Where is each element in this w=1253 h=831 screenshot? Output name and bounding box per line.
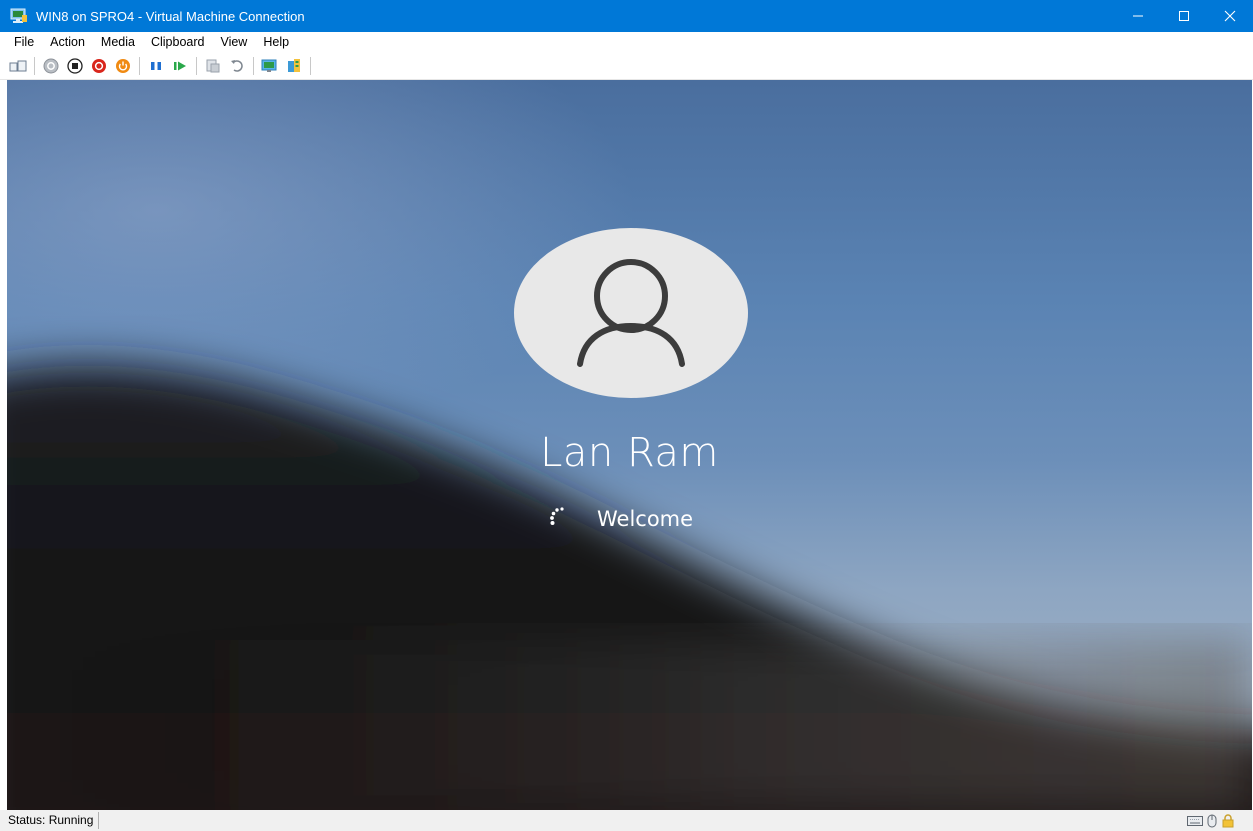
checkpoint-button[interactable] [202,55,224,77]
title-bar[interactable]: WIN8 on SPRO4 - Virtual Machine Connecti… [0,0,1253,32]
share-icon [288,59,300,72]
window-controls [1115,0,1253,32]
user-avatar[interactable] [514,228,748,398]
maximize-button[interactable] [1161,0,1207,32]
resume-button[interactable] [169,55,191,77]
toolbar-separator [139,57,140,75]
minimize-icon [1133,15,1143,17]
ctrl-alt-del-icon [9,60,27,72]
shut-down-icon [92,59,106,73]
vm-connection-window: WIN8 on SPRO4 - Virtual Machine Connecti… [0,0,1253,831]
enhanced-session-icon [261,59,277,72]
welcome-status: Welcome [545,502,693,536]
menu-media[interactable]: Media [93,32,143,53]
maximize-icon [1179,11,1189,21]
share-button[interactable] [283,55,305,77]
turn-off-button[interactable] [64,55,86,77]
menu-file[interactable]: File [0,32,42,53]
save-button[interactable] [112,55,134,77]
pause-button[interactable] [145,55,167,77]
checkpoint-icon [206,59,220,73]
welcome-text: Welcome [597,507,694,531]
revert-icon [231,60,243,72]
menu-view[interactable]: View [212,32,255,53]
turn-off-icon [67,58,83,74]
shut-down-button[interactable] [88,55,110,77]
lock-icon[interactable] [1221,813,1235,828]
vm-connection-app-icon [10,8,28,24]
toolbar [0,53,1253,80]
menu-action[interactable]: Action [42,32,93,53]
user-icon [577,259,685,367]
enhanced-session-button[interactable] [259,55,281,77]
ctrl-alt-del-button[interactable] [7,55,29,77]
menu-clipboard[interactable]: Clipboard [143,32,213,53]
window-title: WIN8 on SPRO4 - Virtual Machine Connecti… [36,8,305,24]
pause-icon [151,62,161,70]
toolbar-separator [310,57,311,75]
close-button[interactable] [1207,0,1253,32]
toolbar-separator [196,57,197,75]
toolbar-separator [253,57,254,75]
minimize-button[interactable] [1115,0,1161,32]
start-button[interactable] [40,55,62,77]
resume-icon [174,61,186,71]
save-icon [116,59,130,73]
toolbar-separator [34,57,35,75]
start-icon [43,58,59,74]
vm-status: Status: Running [0,812,100,829]
loading-spinner-icon [550,507,564,525]
status-tray [1187,813,1235,828]
status-bar: Status: Running [0,810,1253,831]
keyboard-icon[interactable] [1187,815,1203,827]
vm-display[interactable]: Lan Ram Welcome [7,80,1252,810]
user-name: Lan Ram [540,430,719,476]
revert-button[interactable] [226,55,248,77]
close-icon [1224,10,1236,22]
menu-help[interactable]: Help [255,32,297,53]
menu-bar: File Action Media Clipboard View Help [0,32,1253,53]
mouse-icon[interactable] [1207,814,1217,828]
